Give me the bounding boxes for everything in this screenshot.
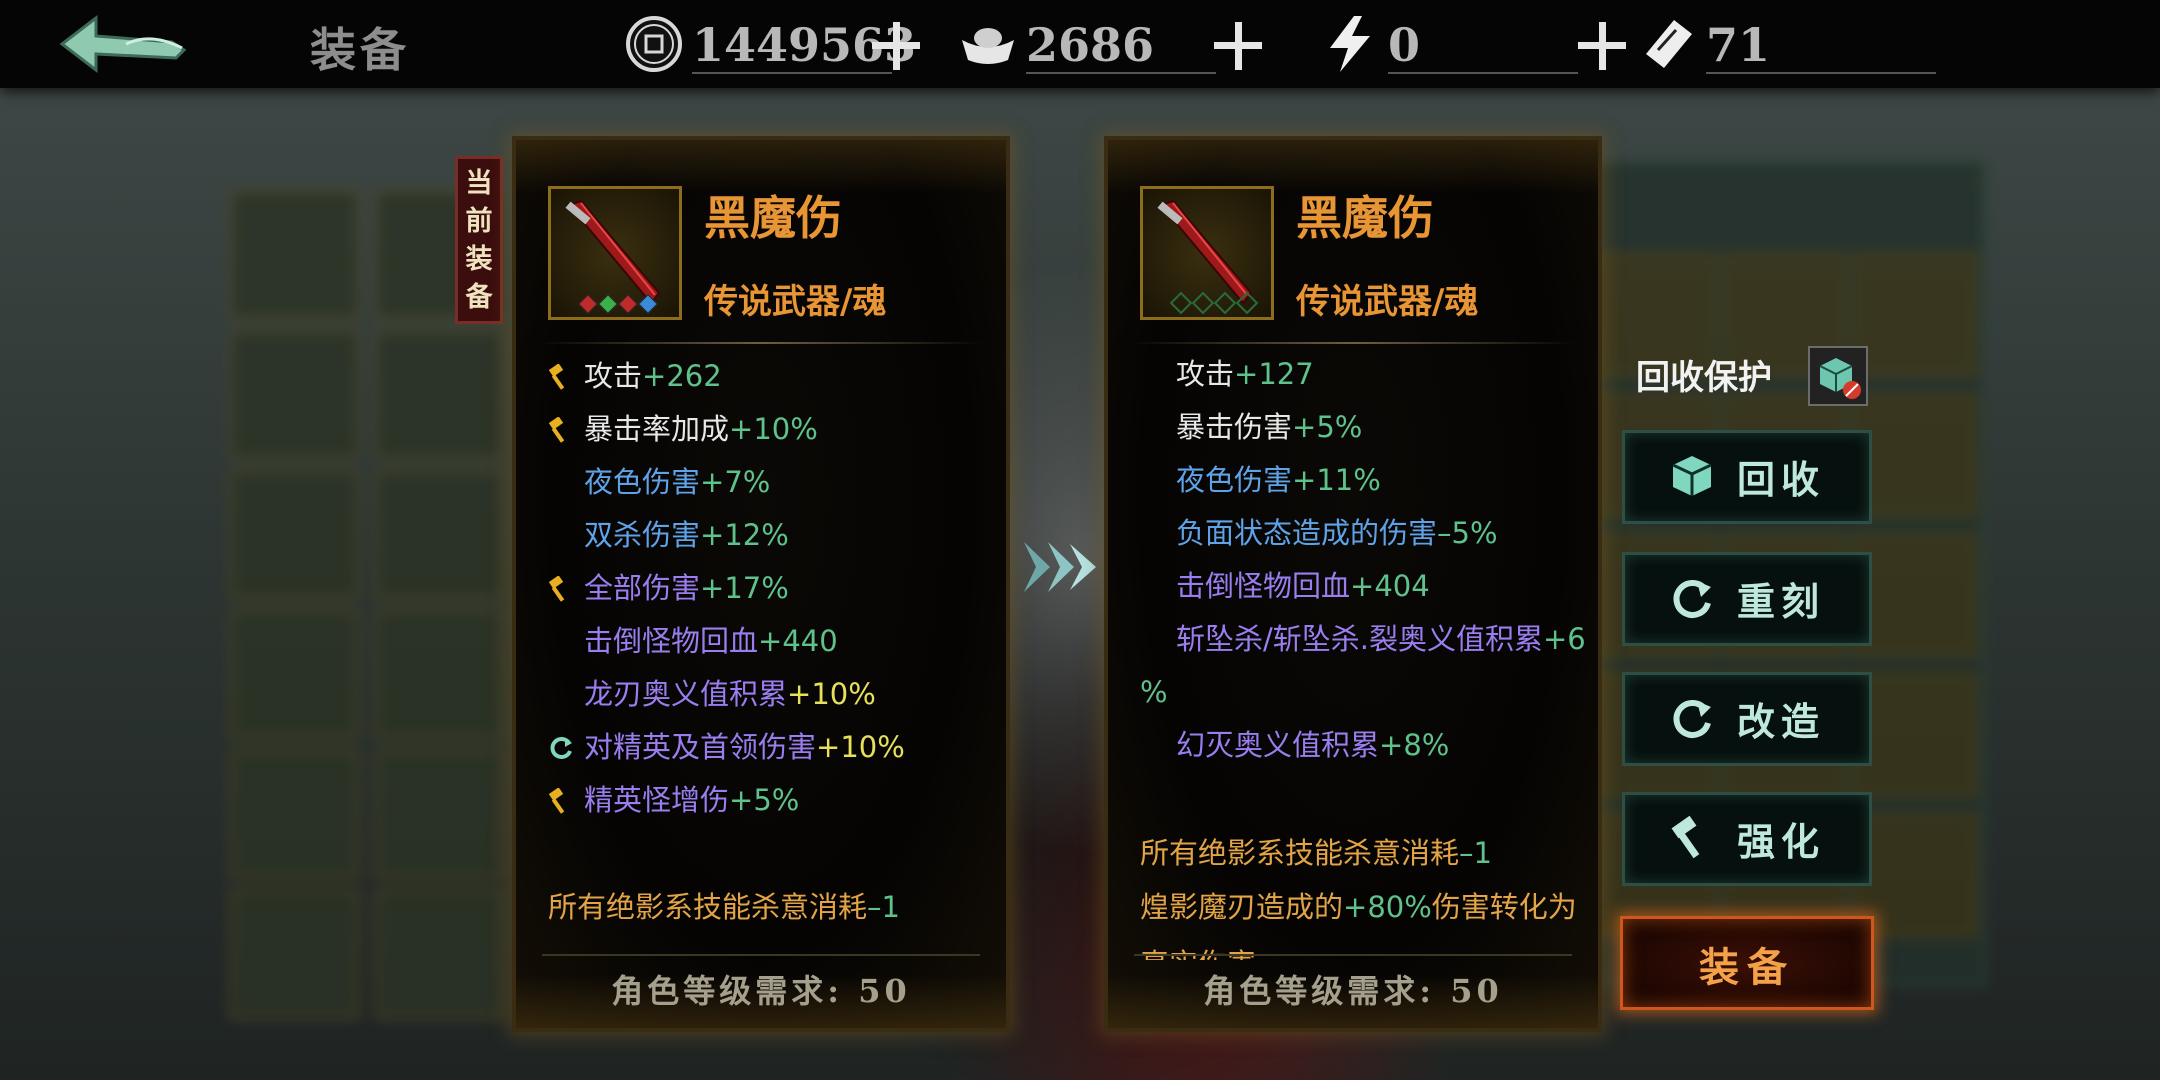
hammer-icon [548,417,565,443]
set-note-cut: 真实伤害 [1140,940,1256,960]
stat-row: 夜色伤害+7% [584,465,771,499]
item-icon [548,186,682,320]
stat-row: 攻击+127 [1176,357,1314,391]
stat-row: 暴击率加成+10% [548,403,988,456]
top-bar: 装备 1449563 2686 0 71 [0,0,2160,88]
current-item-panel: 黑魔伤 传说武器/魂 攻击+262 暴击率加成+10% 夜色伤害+7% 双杀伤害… [516,140,1006,1028]
hammer-icon [548,788,565,814]
current-equipment-tag: 当前装备 [455,156,503,324]
modify-button[interactable]: 改造 [1622,672,1872,766]
stat-list: 攻击+127 暴击伤害+5% 夜色伤害+11% 负面状态造成的伤害–5% 击倒怪… [1140,348,1586,772]
resource-coin: 1449563 [624,8,924,78]
add-energy-button[interactable] [1576,20,1628,72]
silver-ingot-icon [962,28,1014,64]
item-type: 传说武器/魂 [704,282,887,322]
cube-lock-icon [1819,358,1861,399]
energy-value: 0 [1388,18,1421,72]
equip-button[interactable]: 装备 [1620,916,1874,1010]
compare-arrow-icon [1024,542,1096,592]
back-arrow-icon[interactable] [56,14,188,76]
refresh-icon [1673,700,1711,738]
page-title: 装备 [310,23,410,77]
stat-row: 负面状态造成的伤害–5% [1176,516,1498,550]
level-requirement: 角色等级需求: 50 [1203,972,1503,1010]
copper-coin-icon [626,16,682,72]
selected-item-panel: 黑魔伤 传说武器/魂 攻击+127 暴击伤害+5% 夜色伤害+11% 负面状态造… [1108,140,1598,1028]
resource-ingot: 2686 [958,8,1262,78]
stat-row: 斩坠杀/斩坠杀.裂奥义值积累+6 [1176,622,1586,656]
item-type: 传说武器/魂 [1296,282,1479,322]
recycle-button[interactable]: 回收 [1622,430,1872,524]
resource-ticket: 71 [1638,8,1938,78]
stat-row: 龙刃奥义值积累+10% [584,677,876,711]
hammer-icon [548,576,565,602]
ticket-icon [1646,20,1692,68]
enhance-button[interactable]: 强化 [1622,792,1872,886]
cube-icon [1672,456,1712,496]
stat-row: 对精英及首领伤害+10% [548,721,988,774]
item-name: 黑魔伤 [704,191,842,245]
item-icon [1140,186,1274,320]
stat-row: 全部伤害+17% [548,562,988,615]
stat-row: 击倒怪物回血+440 [584,624,838,658]
ticket-value: 71 [1706,18,1771,72]
resource-energy: 0 [1320,8,1626,78]
set-note: 所有绝影系技能杀意消耗–1 [1140,836,1492,870]
set-note: 煌影魔刃造成的+80%伤害转化为 [1140,890,1577,924]
ingot-value: 2686 [1026,18,1155,72]
add-coin-button[interactable] [870,20,922,72]
hammer-icon [548,364,565,390]
stat-row: 击倒怪物回血+404 [1176,569,1430,603]
stat-row-wrap: % [1140,675,1168,709]
lightning-icon [1330,16,1370,72]
stat-row: 幻灭奥义值积累+8% [1176,728,1450,762]
stat-row: 攻击+262 [548,350,988,403]
reforge-button[interactable]: 重刻 [1622,552,1872,646]
item-name: 黑魔伤 [1296,191,1434,245]
refresh-icon [1673,580,1711,618]
level-requirement: 角色等级需求: 50 [611,972,911,1010]
recycle-protect-label: 回收保护 [1636,358,1772,398]
stat-row: 夜色伤害+11% [1176,463,1381,497]
refresh-icon [550,737,572,759]
set-note: 所有绝影系技能杀意消耗–1 [548,890,900,924]
hammer-icon [1671,815,1700,859]
stat-row: 双杀伤害+12% [584,518,789,552]
stat-list: 攻击+262 暴击率加成+10% 夜色伤害+7% 双杀伤害+12% 全部伤害+1… [548,350,988,827]
stat-row: 精英怪增伤+5% [548,774,988,827]
add-ingot-button[interactable] [1212,20,1264,72]
recycle-protect-toggle[interactable] [1808,346,1868,406]
stat-row: 暴击伤害+5% [1176,410,1363,444]
